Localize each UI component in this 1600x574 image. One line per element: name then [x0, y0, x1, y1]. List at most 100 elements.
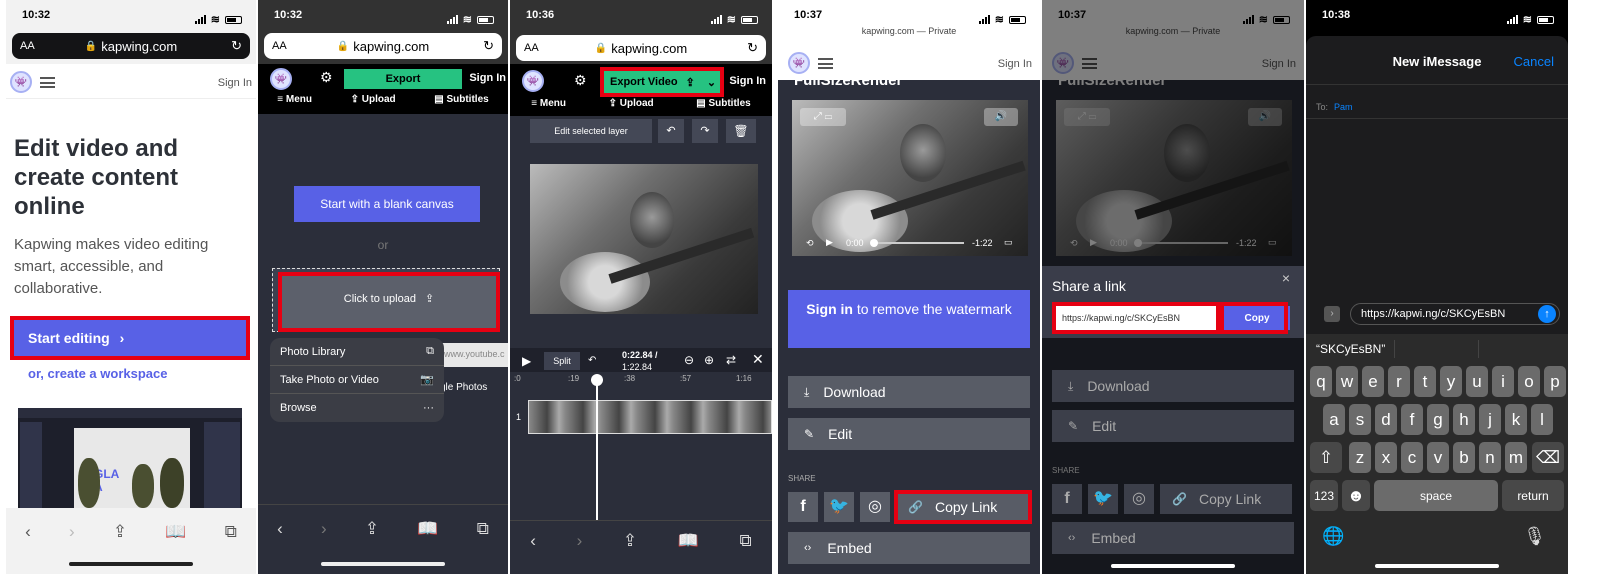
- address-bar[interactable]: AA 🔒 kapwing.com ↻: [516, 35, 766, 61]
- shift-key[interactable]: ⇧: [1310, 442, 1342, 473]
- key-s[interactable]: s: [1349, 404, 1371, 435]
- key-c[interactable]: c: [1401, 442, 1423, 473]
- key-e[interactable]: e: [1362, 366, 1384, 397]
- key-m[interactable]: m: [1505, 442, 1527, 473]
- airplay-icon[interactable]: ▭: [1004, 237, 1013, 248]
- play-icon[interactable]: ▶: [826, 237, 833, 248]
- key-v[interactable]: v: [1427, 442, 1449, 473]
- sign-in-link[interactable]: Sign In: [218, 77, 252, 89]
- forward-icon[interactable]: ›: [321, 519, 327, 539]
- tab-menu[interactable]: ≡ Menu: [277, 94, 312, 110]
- key-z[interactable]: z: [1349, 442, 1371, 473]
- predictive-suggestion[interactable]: “SKCyEsBN”: [1316, 342, 1385, 356]
- share-icon[interactable]: ⇪: [623, 531, 637, 551]
- apps-button[interactable]: ›: [1324, 306, 1340, 322]
- seek-bar[interactable]: [872, 242, 964, 244]
- facebook-button[interactable]: f: [788, 492, 818, 522]
- key-n[interactable]: n: [1479, 442, 1501, 473]
- hamburger-menu-icon[interactable]: [818, 58, 833, 69]
- embed-button[interactable]: ‹› Embed: [788, 532, 1030, 564]
- fullscreen-icon[interactable]: ⤢ ▭: [800, 108, 846, 126]
- export-button[interactable]: Export: [344, 69, 462, 89]
- playhead[interactable]: [596, 378, 598, 528]
- key-q[interactable]: q: [1310, 366, 1332, 397]
- key-a[interactable]: a: [1323, 404, 1345, 435]
- facebook-button[interactable]: f: [1052, 484, 1082, 514]
- click-to-upload[interactable]: Click to upload ⇪: [278, 292, 500, 305]
- numbers-key[interactable]: 123: [1310, 480, 1338, 511]
- url-input[interactable]: www.youtube.c: [440, 343, 508, 367]
- tab-menu[interactable]: ≡ Menu: [531, 98, 566, 114]
- download-button[interactable]: ⤓ Download: [1052, 370, 1294, 402]
- back-icon[interactable]: ‹: [530, 531, 536, 551]
- google-photos-button[interactable]: gle Photos: [440, 382, 487, 393]
- kapwing-logo[interactable]: 👾: [270, 68, 292, 90]
- address-bar[interactable]: AA 🔒 kapwing.com ↻: [12, 33, 250, 59]
- edit-layer-button[interactable]: Edit selected layer: [530, 119, 652, 143]
- key-p[interactable]: p: [1544, 366, 1566, 397]
- tabs-icon[interactable]: ⧉: [225, 522, 237, 542]
- key-t[interactable]: t: [1414, 366, 1436, 397]
- instagram-button[interactable]: ◎: [860, 492, 890, 522]
- key-i[interactable]: i: [1492, 366, 1514, 397]
- redo-button[interactable]: ↷: [692, 119, 718, 143]
- recipient-pam[interactable]: Pam: [1334, 102, 1353, 112]
- create-workspace-link[interactable]: or, create a workspace: [28, 366, 167, 381]
- play-icon[interactable]: ▶: [522, 354, 531, 368]
- share-icon[interactable]: ⇪: [365, 519, 379, 539]
- reader-aa[interactable]: AA: [524, 42, 539, 54]
- key-u[interactable]: u: [1466, 366, 1488, 397]
- send-button[interactable]: ↑: [1538, 305, 1556, 323]
- globe-icon[interactable]: 🌐: [1322, 526, 1344, 547]
- back-icon[interactable]: ‹: [25, 522, 31, 542]
- delete-key[interactable]: ⌫: [1532, 442, 1564, 473]
- hamburger-menu-icon[interactable]: [40, 77, 55, 88]
- key-o[interactable]: o: [1518, 366, 1540, 397]
- reload-icon[interactable]: ↻: [483, 38, 494, 54]
- download-button[interactable]: ⤓ Download: [788, 376, 1030, 408]
- tab-upload[interactable]: ⇪ Upload: [351, 94, 396, 110]
- gear-icon[interactable]: ⚙: [320, 69, 333, 86]
- gear-icon[interactable]: ⚙: [574, 72, 587, 89]
- sign-in-link[interactable]: Sign In: [729, 75, 766, 87]
- reader-aa[interactable]: AA: [20, 40, 35, 52]
- video-player[interactable]: ⤢ ▭ 🔊 ⟲ ▶ 0:00 -1:22 ▭: [792, 100, 1028, 256]
- twitter-button[interactable]: 🐦: [1088, 484, 1118, 514]
- bookmarks-icon[interactable]: 📖: [678, 531, 699, 551]
- bookmarks-icon[interactable]: 📖: [417, 519, 438, 539]
- key-k[interactable]: k: [1505, 404, 1527, 435]
- video-canvas[interactable]: [530, 164, 758, 314]
- space-key[interactable]: space: [1374, 480, 1498, 511]
- tab-upload[interactable]: ⇪ Upload: [609, 98, 654, 114]
- twitter-button[interactable]: 🐦: [824, 492, 854, 522]
- key-r[interactable]: r: [1388, 366, 1410, 397]
- key-d[interactable]: d: [1375, 404, 1397, 435]
- edit-button[interactable]: ✎ Edit: [1052, 410, 1294, 442]
- embed-button[interactable]: ‹› Embed: [1052, 522, 1294, 554]
- tab-subtitles[interactable]: ▤ Subtitles: [434, 94, 488, 110]
- key-l[interactable]: l: [1531, 404, 1553, 435]
- forward-icon[interactable]: ›: [577, 531, 583, 551]
- back-icon[interactable]: ‹: [277, 519, 283, 539]
- microphone-icon[interactable]: 🎙: [1523, 526, 1546, 547]
- kapwing-logo[interactable]: 👾: [10, 71, 32, 93]
- volume-icon[interactable]: 🔊: [984, 108, 1018, 126]
- sign-in-link[interactable]: Sign In: [998, 58, 1032, 70]
- sign-in-link[interactable]: Sign In: [469, 72, 506, 84]
- key-f[interactable]: f: [1401, 404, 1423, 435]
- key-g[interactable]: g: [1427, 404, 1449, 435]
- zoom-in-icon[interactable]: ⊕: [704, 353, 714, 367]
- key-b[interactable]: b: [1453, 442, 1475, 473]
- kapwing-logo[interactable]: 👾: [522, 70, 544, 92]
- split-button[interactable]: Split: [544, 352, 580, 370]
- reader-aa[interactable]: AA: [272, 40, 287, 52]
- forward-icon[interactable]: ›: [69, 522, 75, 542]
- copy-link-button[interactable]: 🔗 Copy Link: [1160, 484, 1292, 514]
- message-input[interactable]: https://kapwi.ng/c/SKCyEsBN: [1350, 303, 1560, 325]
- swap-icon[interactable]: ⇄: [726, 353, 736, 367]
- bookmarks-icon[interactable]: 📖: [165, 522, 186, 542]
- key-h[interactable]: h: [1453, 404, 1475, 435]
- key-j[interactable]: j: [1479, 404, 1501, 435]
- sheet-item-take-photo[interactable]: Take Photo or Video 📷: [270, 366, 444, 394]
- return-key[interactable]: return: [1502, 480, 1564, 511]
